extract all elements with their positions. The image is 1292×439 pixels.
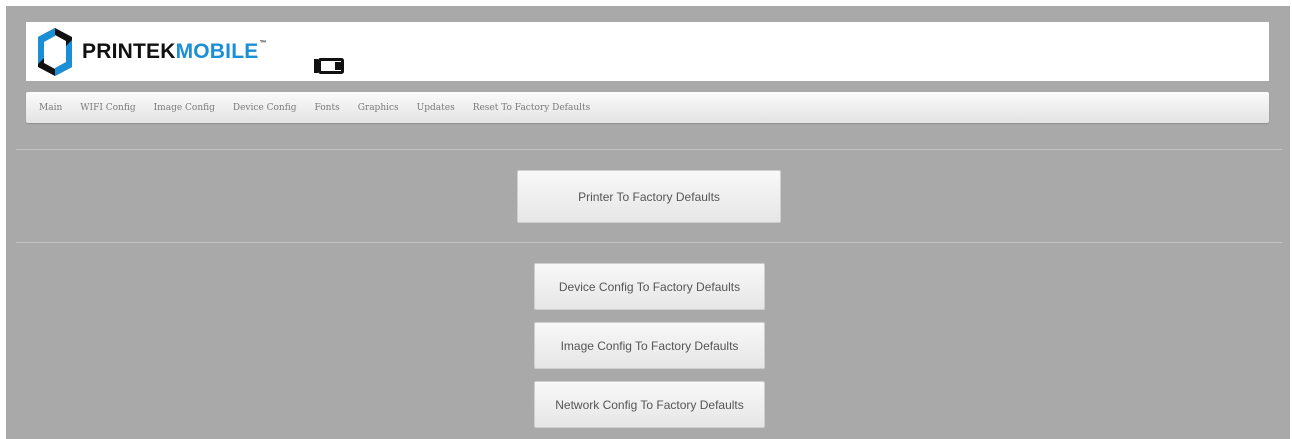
nav-item-reset-to-factory-defaults[interactable]: Reset To Factory Defaults: [473, 103, 591, 113]
nav-item-wifi-config[interactable]: WIFI Config: [80, 103, 135, 113]
logo-text-printek: PRINTEK: [82, 40, 176, 63]
device-config-to-factory-defaults-button[interactable]: Device Config To Factory Defaults: [534, 263, 765, 310]
image-config-to-factory-defaults-button[interactable]: Image Config To Factory Defaults: [534, 322, 765, 369]
section-divider: [16, 149, 1282, 150]
nav-item-fonts[interactable]: Fonts: [315, 103, 340, 113]
nav-item-device-config[interactable]: Device Config: [233, 103, 297, 113]
printek-logo-mark-icon: [38, 28, 72, 76]
nav-list: Main WIFI Config Image Config Device Con…: [26, 92, 1269, 123]
logo-text-mobile: MOBILE: [175, 40, 259, 63]
printer-to-factory-defaults-button[interactable]: Printer To Factory Defaults: [517, 170, 781, 223]
logo-trademark: ™: [259, 40, 267, 47]
nav-item-graphics[interactable]: Graphics: [358, 103, 399, 113]
nav-item-updates[interactable]: Updates: [417, 103, 455, 113]
header-bar: PRINTEKMOBILE™: [26, 22, 1269, 81]
battery-icon: [314, 58, 344, 74]
page-background: PRINTEKMOBILE™ Main WIFI Config Image Co…: [6, 6, 1290, 439]
logo-wordmark: PRINTEKMOBILE™: [82, 40, 267, 64]
section-divider: [16, 242, 1282, 243]
printek-mobile-logo: PRINTEKMOBILE™: [34, 27, 314, 77]
nav-item-image-config[interactable]: Image Config: [154, 103, 215, 113]
nav-item-main[interactable]: Main: [39, 103, 62, 113]
network-config-to-factory-defaults-button[interactable]: Network Config To Factory Defaults: [534, 381, 765, 428]
top-navigation-bar: Main WIFI Config Image Config Device Con…: [26, 92, 1269, 123]
